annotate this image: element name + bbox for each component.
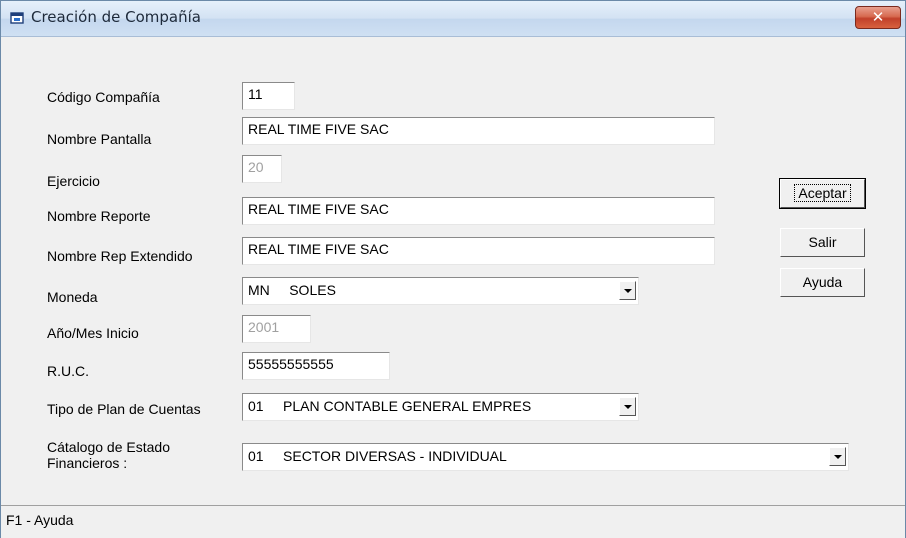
anio-mes-label: Año/Mes Inicio bbox=[47, 325, 139, 341]
nombre-reporte-input[interactable]: REAL TIME FIVE SAC bbox=[242, 197, 715, 225]
app-icon bbox=[10, 12, 24, 24]
aceptar-button[interactable]: Aceptar bbox=[779, 178, 866, 209]
status-bar: F1 - Ayuda bbox=[1, 505, 905, 538]
moneda-select[interactable]: MN SOLES bbox=[242, 277, 639, 305]
aceptar-label: Aceptar bbox=[794, 184, 851, 202]
codigo-label: Código Compañía bbox=[47, 89, 160, 105]
chevron-down-icon[interactable] bbox=[619, 281, 636, 300]
nombre-pantalla-label: Nombre Pantalla bbox=[47, 131, 152, 147]
chevron-down-icon[interactable] bbox=[619, 397, 636, 416]
dialog-window: Creación de Compañía ✕ Código Compañía 1… bbox=[0, 0, 906, 538]
tipo-plan-value: 01 PLAN CONTABLE GENERAL EMPRES bbox=[248, 398, 532, 414]
nombre-rep-ext-input[interactable]: REAL TIME FIVE SAC bbox=[242, 237, 715, 265]
close-button[interactable]: ✕ bbox=[855, 6, 901, 29]
catalogo-label-line2: Financieros : bbox=[47, 455, 128, 471]
tipo-plan-label: Tipo de Plan de Cuentas bbox=[47, 401, 201, 417]
anio-mes-input[interactable]: 2001 bbox=[242, 315, 311, 343]
ruc-input[interactable]: 55555555555 bbox=[242, 352, 390, 380]
nombre-rep-ext-label: Nombre Rep Extendido bbox=[47, 248, 193, 264]
codigo-input[interactable]: 11 bbox=[242, 82, 295, 110]
chevron-down-icon[interactable] bbox=[829, 447, 846, 466]
catalogo-label-line1: Cátalogo de Estado bbox=[47, 439, 170, 455]
title-bar[interactable]: Creación de Compañía ✕ bbox=[1, 1, 905, 37]
salir-button[interactable]: Salir bbox=[780, 228, 865, 257]
catalogo-label: Cátalogo de Estado Financieros : bbox=[47, 439, 170, 471]
catalogo-value: 01 SECTOR DIVERSAS - INDIVIDUAL bbox=[248, 448, 507, 464]
ejercicio-input[interactable]: 20 bbox=[242, 155, 282, 183]
status-text: F1 - Ayuda bbox=[6, 512, 74, 528]
close-icon: ✕ bbox=[871, 8, 885, 26]
ejercicio-label: Ejercicio bbox=[47, 173, 100, 189]
nombre-pantalla-input[interactable]: REAL TIME FIVE SAC bbox=[242, 117, 715, 145]
moneda-label: Moneda bbox=[47, 289, 98, 305]
nombre-reporte-label: Nombre Reporte bbox=[47, 208, 151, 224]
ruc-label: R.U.C. bbox=[47, 363, 89, 379]
window-title: Creación de Compañía bbox=[31, 8, 201, 26]
moneda-value: MN SOLES bbox=[248, 282, 336, 298]
catalogo-select[interactable]: 01 SECTOR DIVERSAS - INDIVIDUAL bbox=[242, 443, 849, 471]
ayuda-button[interactable]: Ayuda bbox=[780, 268, 865, 297]
tipo-plan-select[interactable]: 01 PLAN CONTABLE GENERAL EMPRES bbox=[242, 393, 639, 421]
form-area: Código Compañía 11 Nombre Pantalla REAL … bbox=[1, 37, 905, 505]
